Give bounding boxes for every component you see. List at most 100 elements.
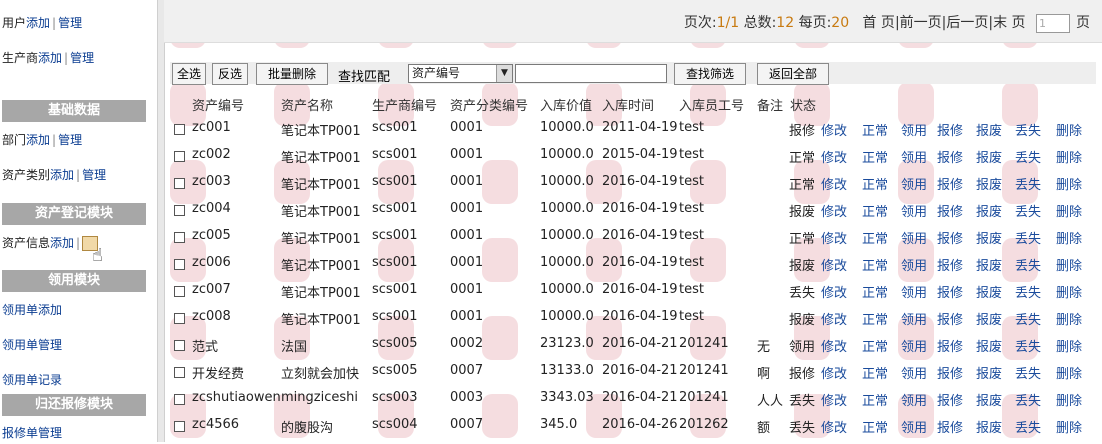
row-action-link[interactable]: 丢失 <box>1015 147 1041 166</box>
row-action-link[interactable]: 丢失 <box>1015 309 1041 328</box>
borrow-add-text[interactable]: 领用单添加 <box>2 303 62 317</box>
row-action-link[interactable]: 修改 <box>821 201 847 220</box>
row-action-link[interactable]: 报修 <box>937 336 963 355</box>
repair-manage-link[interactable]: 报修单管理 <box>2 424 62 441</box>
batch-delete-button[interactable]: 批量删除 <box>256 63 328 85</box>
user-add-link[interactable]: 添加 <box>26 16 50 30</box>
row-action-link[interactable]: 正常 <box>862 309 888 328</box>
row-action-link[interactable]: 报废 <box>976 228 1002 247</box>
row-action-link[interactable]: 删除 <box>1056 174 1082 193</box>
row-action-link[interactable]: 正常 <box>862 147 888 166</box>
row-action-link[interactable]: 领用 <box>901 147 927 166</box>
repair-manage-text[interactable]: 报修单管理 <box>2 426 62 440</box>
dept-add-link[interactable]: 添加 <box>26 133 50 147</box>
row-action-link[interactable]: 修改 <box>821 120 847 139</box>
borrow-manage-text[interactable]: 领用单管理 <box>2 338 62 352</box>
row-action-link[interactable]: 丢失 <box>1015 417 1041 436</box>
row-action-link[interactable]: 报修 <box>937 417 963 436</box>
row-action-link[interactable]: 报废 <box>976 336 1002 355</box>
select-all-button[interactable]: 全选 <box>172 63 206 85</box>
category-manage-link[interactable]: 管理 <box>82 168 106 182</box>
row-action-link[interactable]: 领用 <box>901 282 927 301</box>
row-action-link[interactable]: 领用 <box>901 390 927 409</box>
row-action-link[interactable]: 报废 <box>976 174 1002 193</box>
field-select[interactable]: 资产编号 ▼ <box>408 64 513 83</box>
dept-manage-link[interactable]: 管理 <box>58 133 82 147</box>
row-action-link[interactable]: 删除 <box>1056 363 1082 382</box>
row-action-link[interactable]: 报修 <box>937 309 963 328</box>
borrow-record-text[interactable]: 领用单记录 <box>2 373 62 387</box>
row-action-link[interactable]: 修改 <box>821 390 847 409</box>
last-page-link[interactable]: 末 页 <box>993 15 1025 31</box>
row-action-link[interactable]: 正常 <box>862 363 888 382</box>
row-action-link[interactable]: 报修 <box>937 255 963 274</box>
row-action-link[interactable]: 丢失 <box>1015 282 1041 301</box>
row-action-link[interactable]: 报废 <box>976 309 1002 328</box>
category-add-link[interactable]: 添加 <box>50 168 74 182</box>
row-action-link[interactable]: 删除 <box>1056 120 1082 139</box>
borrow-record-link[interactable]: 领用单记录 <box>2 371 62 388</box>
first-page-link[interactable]: 首 页 <box>862 15 894 31</box>
row-action-link[interactable]: 报修 <box>937 147 963 166</box>
row-action-link[interactable]: 删除 <box>1056 282 1082 301</box>
row-action-link[interactable]: 丢失 <box>1015 174 1041 193</box>
chevron-down-icon[interactable]: ▼ <box>496 65 512 82</box>
row-action-link[interactable]: 丢失 <box>1015 363 1041 382</box>
row-action-link[interactable]: 修改 <box>821 147 847 166</box>
vendor-add-link[interactable]: 添加 <box>38 51 62 65</box>
vendor-manage-link[interactable]: 管理 <box>70 51 94 65</box>
row-action-link[interactable]: 修改 <box>821 363 847 382</box>
row-action-link[interactable]: 报修 <box>937 390 963 409</box>
row-action-link[interactable]: 丢失 <box>1015 228 1041 247</box>
row-action-link[interactable]: 领用 <box>901 255 927 274</box>
row-action-link[interactable]: 正常 <box>862 174 888 193</box>
row-action-link[interactable]: 正常 <box>862 120 888 139</box>
row-action-link[interactable]: 修改 <box>821 336 847 355</box>
row-action-link[interactable]: 报废 <box>976 147 1002 166</box>
row-action-link[interactable]: 修改 <box>821 309 847 328</box>
row-action-link[interactable]: 报修 <box>937 363 963 382</box>
row-action-link[interactable]: 删除 <box>1056 336 1082 355</box>
row-action-link[interactable]: 报废 <box>976 201 1002 220</box>
row-action-link[interactable]: 领用 <box>901 120 927 139</box>
row-action-link[interactable]: 报废 <box>976 363 1002 382</box>
row-action-link[interactable]: 报废 <box>976 417 1002 436</box>
search-filter-button[interactable]: 查找筛选 <box>674 63 746 85</box>
row-action-link[interactable]: 报废 <box>976 282 1002 301</box>
borrow-add-link[interactable]: 领用单添加 <box>2 301 62 318</box>
row-action-link[interactable]: 删除 <box>1056 390 1082 409</box>
row-action-link[interactable]: 报废 <box>976 255 1002 274</box>
row-action-link[interactable]: 删除 <box>1056 201 1082 220</box>
row-action-link[interactable]: 修改 <box>821 228 847 247</box>
row-action-link[interactable]: 领用 <box>901 174 927 193</box>
row-action-link[interactable]: 删除 <box>1056 417 1082 436</box>
row-action-link[interactable]: 丢失 <box>1015 390 1041 409</box>
show-all-button[interactable]: 返回全部 <box>757 63 829 85</box>
row-action-link[interactable]: 报废 <box>976 120 1002 139</box>
row-action-link[interactable]: 领用 <box>901 201 927 220</box>
row-action-link[interactable]: 丢失 <box>1015 336 1041 355</box>
row-action-link[interactable]: 修改 <box>821 417 847 436</box>
row-action-link[interactable]: 删除 <box>1056 147 1082 166</box>
row-action-link[interactable]: 删除 <box>1056 309 1082 328</box>
row-action-link[interactable]: 报修 <box>937 228 963 247</box>
prev-page-link[interactable]: 前一页 <box>900 15 942 31</box>
page-jump-input[interactable]: 1 <box>1036 13 1070 33</box>
row-action-link[interactable]: 领用 <box>901 228 927 247</box>
row-action-link[interactable]: 正常 <box>862 390 888 409</box>
row-action-link[interactable]: 报修 <box>937 120 963 139</box>
row-action-link[interactable]: 领用 <box>901 309 927 328</box>
user-manage-link[interactable]: 管理 <box>58 16 82 30</box>
search-input[interactable] <box>515 64 667 83</box>
row-action-link[interactable]: 报废 <box>976 390 1002 409</box>
row-action-link[interactable]: 正常 <box>862 336 888 355</box>
row-action-link[interactable]: 报修 <box>937 201 963 220</box>
invert-selection-button[interactable]: 反选 <box>212 63 248 85</box>
borrow-manage-link[interactable]: 领用单管理 <box>2 336 62 353</box>
row-action-link[interactable]: 正常 <box>862 228 888 247</box>
row-action-link[interactable]: 正常 <box>862 417 888 436</box>
row-action-link[interactable]: 领用 <box>901 417 927 436</box>
row-action-link[interactable]: 正常 <box>862 282 888 301</box>
row-action-link[interactable]: 领用 <box>901 336 927 355</box>
row-action-link[interactable]: 报修 <box>937 174 963 193</box>
